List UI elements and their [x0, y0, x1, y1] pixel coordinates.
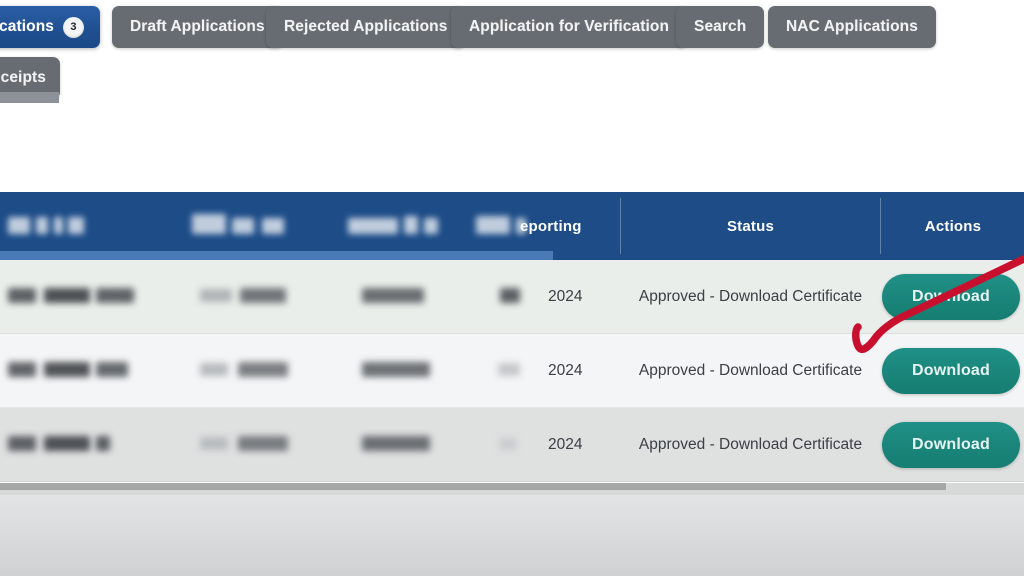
header-bottom-band — [0, 251, 553, 260]
table-header-row: eporting Status Actions — [0, 192, 1024, 260]
redacted-cell-block — [362, 362, 430, 377]
tab-draft-applications-label: Draft Applications — [130, 18, 265, 35]
redacted-cell-block — [498, 363, 520, 376]
app-screenshot: ications 3 Draft Applications Rejected A… — [0, 0, 1024, 576]
redacted-cell-block — [8, 288, 36, 303]
table-paginator: s per page: 10 1 – 3 of 3 — [0, 495, 1024, 576]
cell-actions: Download — [882, 334, 1024, 408]
tab-rejected-applications-label: Rejected Applications — [284, 18, 448, 35]
tab-search[interactable]: Search — [676, 6, 765, 48]
cell-status: Approved - Download Certificate — [622, 334, 879, 408]
redacted-header-block — [8, 217, 30, 234]
redacted-header-block — [54, 217, 63, 234]
redacted-cell-block — [238, 436, 288, 451]
column-header-status[interactable]: Status — [622, 192, 879, 260]
tab-nac-applications[interactable]: NAC Applications — [768, 6, 936, 48]
tab-nac-applications-label: NAC Applications — [786, 18, 918, 35]
redacted-header-block — [348, 218, 398, 234]
table-row[interactable]: 2024 Approved - Download Certificate Dow… — [0, 408, 1024, 482]
redacted-cell-block — [500, 288, 520, 303]
cell-status-value: Approved - Download Certificate — [638, 362, 863, 379]
redacted-header-block — [262, 218, 284, 234]
column-header-actions[interactable]: Actions — [882, 192, 1024, 260]
download-button[interactable]: Download — [882, 422, 1020, 468]
tab-draft-applications[interactable]: Draft Applications — [112, 6, 283, 48]
cell-reporting: 2024 — [548, 260, 628, 334]
redacted-cell-block — [96, 436, 110, 451]
tab-my-applications[interactable]: ications 3 — [0, 6, 100, 48]
cell-reporting: 2024 — [548, 334, 628, 408]
applications-table: eporting Status Actions 2024 Approved - … — [0, 192, 1024, 483]
column-divider — [880, 198, 881, 254]
redacted-header-block — [424, 218, 438, 234]
redacted-cell-block — [8, 436, 36, 451]
redacted-cell-block — [44, 362, 90, 377]
redacted-cell-block — [200, 289, 232, 302]
tab-search-label: Search — [694, 18, 747, 35]
cell-actions: Download — [882, 408, 1024, 482]
redacted-cell-block — [200, 363, 228, 376]
column-header-reporting-label: eporting — [520, 217, 582, 235]
tab-receipts-label: eceipts — [0, 69, 46, 86]
column-divider — [620, 198, 621, 254]
cell-reporting: 2024 — [548, 408, 628, 482]
redacted-header-block — [476, 216, 510, 234]
cell-reporting-value: 2024 — [548, 436, 583, 453]
download-button[interactable]: Download — [882, 274, 1020, 320]
tab-rejected-applications[interactable]: Rejected Applications — [266, 6, 466, 48]
redacted-cell-block — [200, 437, 228, 450]
redacted-cell-block — [362, 436, 430, 451]
redacted-cell-block — [362, 288, 424, 303]
redacted-cell-block — [44, 288, 90, 303]
redacted-cell-block — [96, 288, 134, 303]
redacted-cell-block — [44, 436, 90, 451]
redacted-cell-block — [96, 362, 128, 377]
tab-bar: ications 3 Draft Applications Rejected A… — [0, 0, 1024, 103]
redacted-cell-block — [240, 288, 286, 303]
redacted-header-block — [36, 217, 48, 234]
tab-application-for-verification[interactable]: Application for Verification — [451, 6, 688, 48]
column-header-reporting[interactable]: eporting — [520, 192, 620, 260]
tab-my-applications-label: ications — [0, 18, 54, 35]
horizontal-scrollbar[interactable] — [0, 483, 1024, 495]
download-button[interactable]: Download — [882, 348, 1020, 394]
redacted-header-block — [232, 218, 254, 234]
table-row[interactable]: 2024 Approved - Download Certificate Dow… — [0, 334, 1024, 408]
cell-status-value: Approved - Download Certificate — [638, 288, 863, 305]
column-header-status-label: Status — [726, 217, 775, 235]
horizontal-scrollbar-thumb[interactable] — [0, 483, 946, 490]
redacted-header-block — [192, 214, 226, 234]
cell-status-value: Approved - Download Certificate — [638, 436, 863, 453]
cell-reporting-value: 2024 — [548, 288, 583, 305]
cell-status: Approved - Download Certificate — [622, 408, 879, 482]
redacted-header-block — [68, 217, 84, 234]
redacted-cell-block — [238, 362, 288, 377]
tab-application-for-verification-label: Application for Verification — [469, 18, 670, 35]
redacted-cell-block — [500, 438, 516, 450]
redacted-header-block — [404, 216, 418, 234]
cell-reporting-value: 2024 — [548, 362, 583, 379]
tab-receipts-shadow-sliver — [0, 92, 59, 103]
redacted-cell-block — [8, 362, 36, 377]
tab-my-applications-badge: 3 — [63, 16, 84, 38]
cell-status: Approved - Download Certificate — [622, 260, 879, 334]
cell-actions: Download — [882, 260, 1024, 334]
column-header-actions-label: Actions — [924, 217, 982, 235]
table-row[interactable]: 2024 Approved - Download Certificate Dow… — [0, 260, 1024, 334]
